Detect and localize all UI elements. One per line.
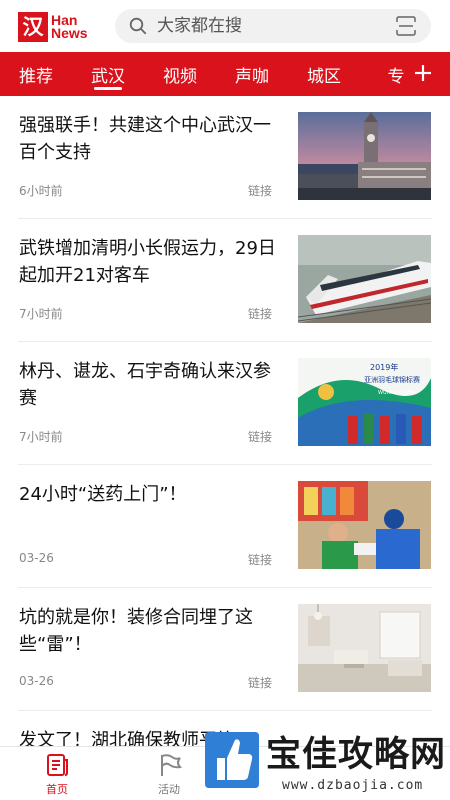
site-watermark: 宝佳攻略网 www.dzbaojia.com bbox=[198, 722, 450, 800]
news-item[interactable]: 坑的就是你！装修合同埋了这些“雷”！ 03-26 链接 bbox=[0, 588, 450, 711]
nav-activity-label: 活动 bbox=[158, 783, 180, 796]
search-input[interactable] bbox=[157, 9, 377, 43]
poster-city: WUHAN CHINA bbox=[378, 390, 416, 396]
poster-year: 2019年 bbox=[370, 362, 398, 372]
news-feed: 强强联手！共建这个中心武汉一百个支持 6小时前 链接 武铁增加清明小长假运力，2… bbox=[0, 96, 450, 746]
tab-district[interactable]: 城区 bbox=[288, 52, 360, 96]
search-bar[interactable] bbox=[115, 9, 431, 43]
news-item[interactable]: 24小时“送药上门”！ 03-26 链接 bbox=[0, 465, 450, 588]
news-thumbnail-badminton: 2019年 亚洲羽毛球锦标赛 WUHAN CHINA bbox=[298, 358, 431, 446]
tab-audio[interactable]: 声咖 bbox=[216, 52, 288, 96]
app-logo[interactable]: 汉 Han News bbox=[18, 12, 88, 42]
watermark-url: www.dzbaojia.com bbox=[282, 778, 424, 793]
news-title: 林丹、谌龙、石宇奇确认来汉参赛 bbox=[19, 361, 271, 409]
news-time: 03-26 bbox=[19, 674, 54, 688]
news-time: 7小时前 bbox=[19, 307, 63, 321]
news-item[interactable]: 林丹、谌龙、石宇奇确认来汉参赛 7小时前 链接 2019年 亚洲羽毛球锦标赛 W… bbox=[0, 342, 450, 465]
news-thumbnail-train bbox=[298, 235, 431, 323]
scan-icon[interactable] bbox=[395, 16, 417, 36]
news-thumbnail-clock-tower bbox=[298, 112, 431, 200]
logo-text: Han News bbox=[51, 13, 88, 41]
search-icon bbox=[129, 17, 147, 35]
news-source: 链接 bbox=[248, 184, 273, 198]
nav-activity[interactable]: 活动 bbox=[134, 747, 204, 800]
news-item[interactable]: 强强联手！共建这个中心武汉一百个支持 6小时前 链接 bbox=[0, 96, 450, 219]
news-title: 24小时“送药上门”！ bbox=[19, 484, 187, 505]
news-source: 链接 bbox=[248, 676, 273, 690]
logo-line-2: News bbox=[51, 25, 88, 41]
watermark-text: 宝佳攻略网 bbox=[266, 734, 447, 775]
news-title: 强强联手！共建这个中心武汉一百个支持 bbox=[19, 115, 271, 163]
news-title: 坑的就是你！装修合同埋了这些“雷”！ bbox=[19, 607, 253, 655]
news-thumbnail-living-room bbox=[298, 604, 431, 692]
flag-icon bbox=[161, 754, 182, 776]
news-time: 6小时前 bbox=[19, 184, 63, 198]
poster-event: 亚洲羽毛球锦标赛 bbox=[364, 375, 420, 384]
tab-video[interactable]: 视频 bbox=[144, 52, 216, 96]
news-time: 03-26 bbox=[19, 551, 54, 565]
tab-wuhan[interactable]: 武汉 bbox=[72, 52, 144, 96]
app-root: 汉 Han News 推荐 武汉 视频 声咖 城区 bbox=[0, 0, 450, 800]
channel-tabs: 推荐 武汉 视频 声咖 城区 专 bbox=[0, 52, 405, 96]
news-title: 武铁增加清明小长假运力，29日起加开21对客车 bbox=[19, 238, 276, 286]
news-thumbnail-delivery bbox=[298, 481, 431, 569]
nav-home-label: 首页 bbox=[46, 783, 68, 796]
thumbs-up-logo bbox=[205, 732, 259, 788]
top-header: 汉 Han News bbox=[0, 0, 450, 50]
channel-tabbar: 推荐 武汉 视频 声咖 城区 专 bbox=[0, 52, 450, 96]
news-source: 链接 bbox=[248, 307, 273, 321]
logo-mark: 汉 bbox=[18, 12, 48, 42]
news-source: 链接 bbox=[248, 430, 273, 444]
news-source: 链接 bbox=[248, 553, 273, 567]
add-channel-icon[interactable] bbox=[410, 60, 436, 86]
tab-special[interactable]: 专 bbox=[360, 52, 405, 96]
tab-recommend[interactable]: 推荐 bbox=[0, 52, 72, 96]
news-time: 7小时前 bbox=[19, 430, 63, 444]
nav-home[interactable]: 首页 bbox=[22, 747, 92, 800]
home-news-icon bbox=[47, 754, 68, 776]
news-item[interactable]: 武铁增加清明小长假运力，29日起加开21对客车 7小时前 链接 bbox=[0, 219, 450, 342]
